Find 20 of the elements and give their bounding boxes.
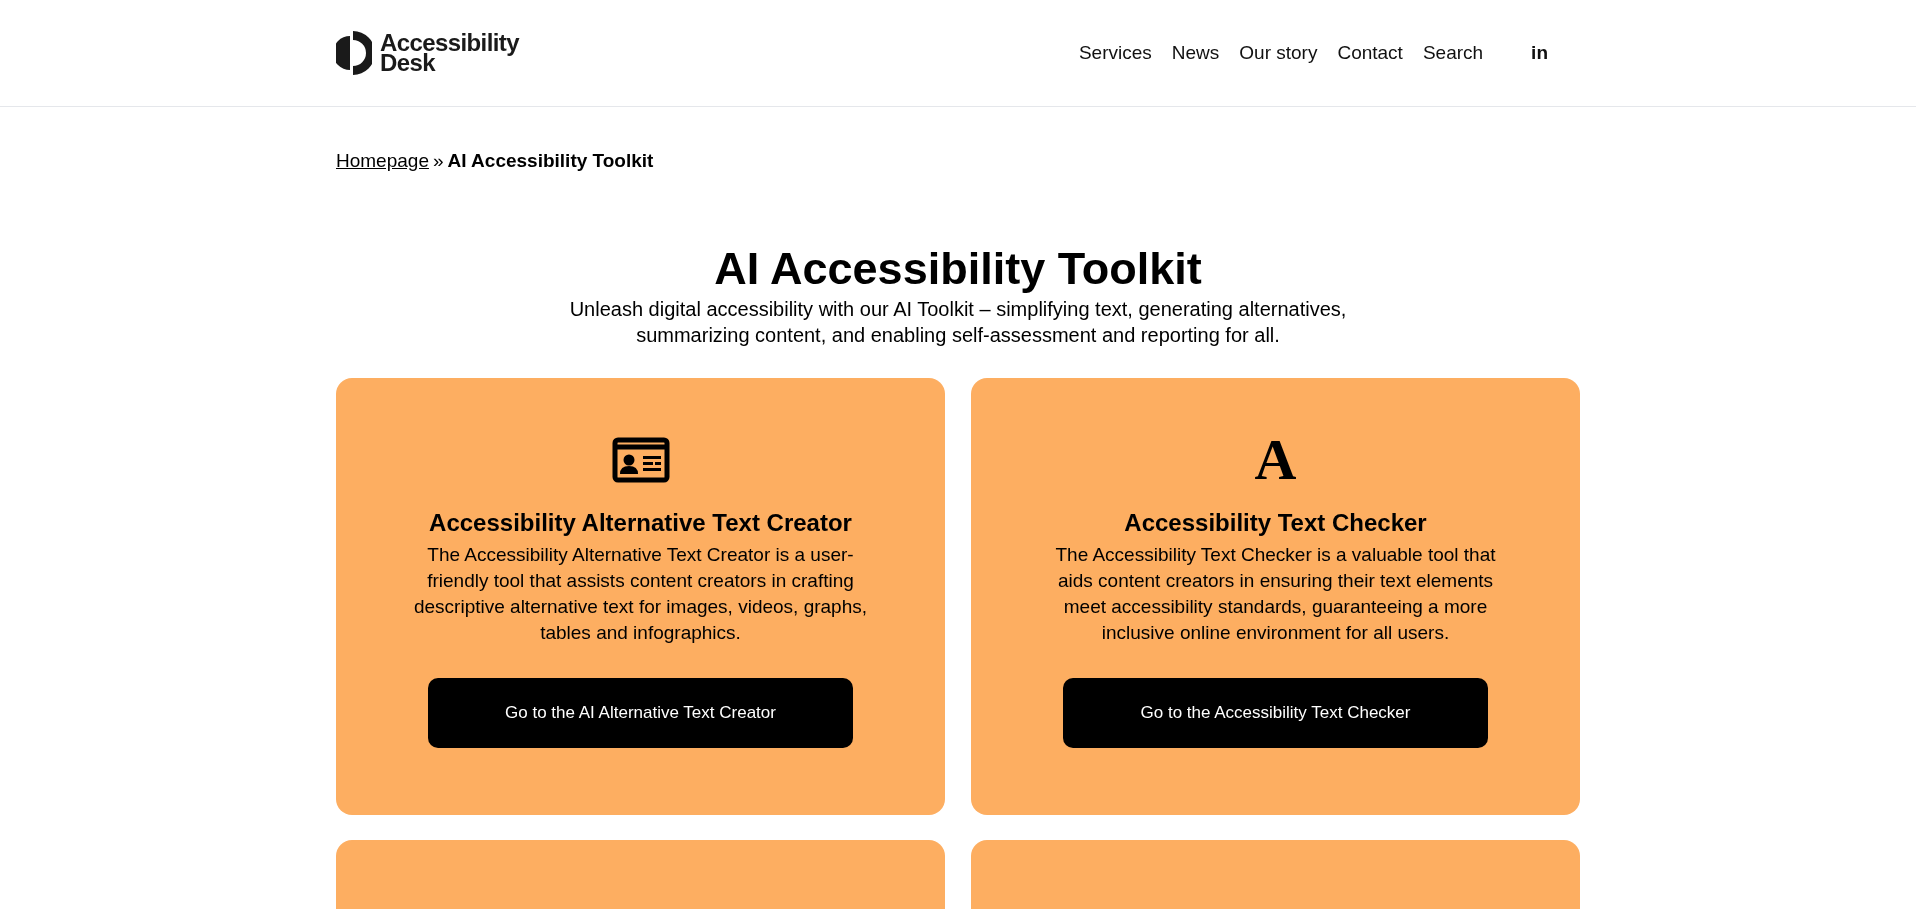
nav-link[interactable]: Contact — [1337, 38, 1403, 68]
tool-button[interactable]: Go to the AI Alternative Text Creator — [428, 677, 853, 748]
linkedin-link[interactable]: in — [1531, 38, 1548, 68]
tool-button[interactable]: Go to the Accessibility Text Checker — [1063, 677, 1488, 748]
card-description: The Accessibility Alternative Text Creator is a user-friendly tool that assists content creators in crafting descriptive alternative text for images, videos, graphs, tables and infographics. — [412, 542, 869, 645]
card-description: The Accessibility Text Checker is a valuable tool that aids content creators in ensuring their text elements meet accessibility standards, guaranteeing a more inclusive online environment for all users. — [1054, 542, 1497, 645]
nav-link[interactable]: News — [1171, 38, 1220, 68]
id-card-icon — [611, 436, 670, 483]
letter-icon: A — [1254, 429, 1297, 490]
nav-link[interactable]: Services — [1078, 38, 1152, 68]
breadcrumb-link[interactable]: Homepage — [336, 147, 429, 176]
nav-link[interactable]: Search — [1422, 38, 1484, 68]
card-heading: Accessibility Alternative Text Creator — [429, 507, 852, 538]
logo-icon — [336, 31, 372, 75]
breadcrumb-current: AI Accessibility Toolkit — [447, 149, 654, 173]
page-title: AI Accessibility Toolkit — [713, 241, 1203, 296]
card-heading: Accessibility Text Checker — [1124, 507, 1427, 538]
page-subtitle: Unleash digital accessibility with our AI Toolkit – simplifying text, generating alternatives, summarizing content, and enabling self-assessment and reporting for all. — [568, 296, 1348, 348]
breadcrumb-separator: » — [432, 149, 444, 173]
nav-link[interactable]: Our story — [1239, 38, 1318, 68]
